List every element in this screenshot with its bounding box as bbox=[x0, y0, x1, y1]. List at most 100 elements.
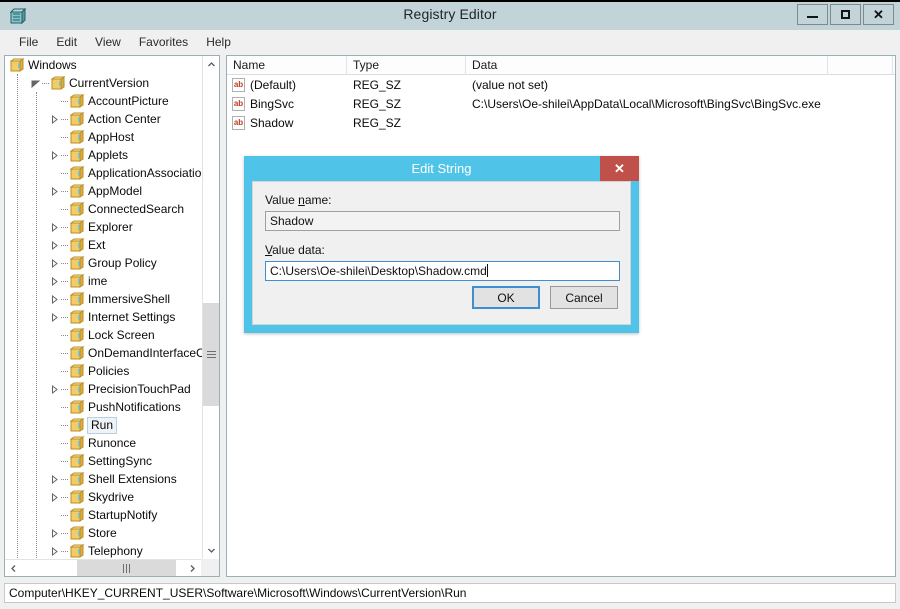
tree-expander[interactable] bbox=[48, 92, 61, 110]
menu-file[interactable]: File bbox=[10, 33, 47, 51]
tree-item-windows[interactable]: Windows bbox=[5, 56, 204, 74]
menu-help[interactable]: Help bbox=[197, 33, 240, 51]
minimize-button[interactable] bbox=[797, 4, 828, 25]
tree-item-ext[interactable]: Ext bbox=[5, 236, 204, 254]
tree-item-startupnotify[interactable]: StartupNotify bbox=[5, 506, 204, 524]
tree-item-store[interactable]: Store bbox=[5, 524, 204, 542]
table-row[interactable]: ab (Default) REG_SZ (value not set) bbox=[227, 75, 895, 94]
tree-expander[interactable] bbox=[48, 164, 61, 182]
registry-key-icon bbox=[70, 220, 85, 234]
tree-item-connectedsearch[interactable]: ConnectedSearch bbox=[5, 200, 204, 218]
tree-expander[interactable] bbox=[48, 542, 61, 559]
tree-item-applicationassociationtoa[interactable]: ApplicationAssociationToa bbox=[5, 164, 204, 182]
tree-expander[interactable] bbox=[48, 362, 61, 380]
tree-expander[interactable] bbox=[48, 182, 61, 200]
cancel-button[interactable]: Cancel bbox=[550, 286, 618, 309]
menu-view[interactable]: View bbox=[86, 33, 130, 51]
tree-item-appmodel[interactable]: AppModel bbox=[5, 182, 204, 200]
tree-item-label: Windows bbox=[28, 58, 77, 72]
tree-item-explorer[interactable]: Explorer bbox=[5, 218, 204, 236]
maximize-button[interactable] bbox=[830, 4, 861, 25]
tree-connector bbox=[61, 254, 70, 272]
registry-key-icon bbox=[70, 470, 85, 488]
tree-expander[interactable] bbox=[48, 416, 61, 434]
value-data-cell: C:\Users\Oe-shilei\AppData\Local\Microso… bbox=[472, 96, 821, 111]
tree-expander[interactable] bbox=[48, 290, 61, 308]
tree-expander[interactable] bbox=[48, 524, 61, 542]
column-header-name[interactable]: Name bbox=[227, 56, 347, 75]
tree-expander[interactable] bbox=[48, 326, 61, 344]
registry-tree[interactable]: Windows CurrentVersion AccountPicture Actio… bbox=[5, 56, 204, 559]
column-header-data[interactable]: Data bbox=[466, 56, 828, 75]
dialog-body: Value name: Shadow Value data: C:\Users\… bbox=[252, 181, 631, 325]
ok-button[interactable]: OK bbox=[472, 286, 540, 309]
column-header-blank[interactable] bbox=[828, 56, 893, 75]
tree-expander[interactable] bbox=[48, 146, 61, 164]
value-data-input[interactable]: C:\Users\Oe-shilei\Desktop\Shadow.cmd bbox=[265, 261, 620, 281]
close-button[interactable]: ✕ bbox=[863, 4, 894, 25]
tree-item-apphost[interactable]: AppHost bbox=[5, 128, 204, 146]
tree-item-ime[interactable]: ime bbox=[5, 272, 204, 290]
tree-connector bbox=[61, 308, 70, 326]
minimize-icon bbox=[807, 16, 818, 18]
tree-expander[interactable] bbox=[48, 344, 61, 362]
tree-item-shell-extensions[interactable]: Shell Extensions bbox=[5, 470, 204, 488]
tree-expander[interactable] bbox=[48, 398, 61, 416]
tree-item-action-center[interactable]: Action Center bbox=[5, 110, 204, 128]
tree-expander[interactable] bbox=[48, 506, 61, 524]
tree-item-telephony[interactable]: Telephony bbox=[5, 542, 204, 559]
tree-vertical-scrollbar[interactable] bbox=[202, 56, 219, 559]
tree-item-settingsync[interactable]: SettingSync bbox=[5, 452, 204, 470]
scroll-down-button[interactable] bbox=[203, 542, 219, 559]
tree-item-accountpicture[interactable]: AccountPicture bbox=[5, 92, 204, 110]
registry-key-icon bbox=[70, 164, 85, 182]
scroll-right-button[interactable] bbox=[184, 560, 201, 576]
tree-expander[interactable] bbox=[48, 380, 61, 398]
scroll-left-button[interactable] bbox=[5, 560, 22, 576]
tree-horizontal-scrollbar[interactable] bbox=[5, 559, 219, 576]
tree-expander[interactable] bbox=[48, 434, 61, 452]
tree-expander[interactable] bbox=[48, 128, 61, 146]
tree-item-precisiontouchpad[interactable]: PrecisionTouchPad bbox=[5, 380, 204, 398]
tree-expander[interactable] bbox=[48, 254, 61, 272]
value-name-input[interactable]: Shadow bbox=[265, 211, 620, 231]
tree-expander[interactable] bbox=[48, 470, 61, 488]
tree-vertical-scroll-thumb[interactable] bbox=[203, 303, 219, 406]
tree-item-lock-screen[interactable]: Lock Screen bbox=[5, 326, 204, 344]
tree-expander[interactable] bbox=[29, 74, 42, 92]
tree-expander[interactable] bbox=[48, 488, 61, 506]
tree-item-applets[interactable]: Applets bbox=[5, 146, 204, 164]
registry-key-icon bbox=[70, 112, 85, 126]
registry-key-icon bbox=[70, 218, 85, 236]
tree-expander[interactable] bbox=[48, 272, 61, 290]
tree-item-run[interactable]: Run bbox=[5, 416, 204, 434]
tree-expander[interactable] bbox=[48, 236, 61, 254]
window-title: Registry Editor bbox=[403, 6, 497, 22]
menu-edit[interactable]: Edit bbox=[47, 33, 86, 51]
tree-item-pushnotifications[interactable]: PushNotifications bbox=[5, 398, 204, 416]
dialog-close-button[interactable]: ✕ bbox=[600, 156, 639, 181]
tree-horizontal-scroll-thumb[interactable] bbox=[77, 560, 176, 576]
menu-favorites[interactable]: Favorites bbox=[130, 33, 197, 51]
tree-item-internet-settings[interactable]: Internet Settings bbox=[5, 308, 204, 326]
tree-item-policies[interactable]: Policies bbox=[5, 362, 204, 380]
tree-expander[interactable] bbox=[48, 110, 61, 128]
tree-item-group-policy[interactable]: Group Policy bbox=[5, 254, 204, 272]
tree-expander[interactable] bbox=[48, 452, 61, 470]
table-row[interactable]: ab BingSvc REG_SZ C:\Users\Oe-shilei\AppDat… bbox=[227, 94, 895, 113]
registry-key-icon bbox=[70, 274, 85, 288]
tree-expander[interactable] bbox=[48, 308, 61, 326]
tree-item-ondemandinterfacecache[interactable]: OnDemandInterfaceCache bbox=[5, 344, 204, 362]
column-header-type[interactable]: Type bbox=[347, 56, 466, 75]
tree-item-currentversion[interactable]: CurrentVersion bbox=[5, 74, 204, 92]
tree-expander[interactable] bbox=[48, 218, 61, 236]
tree-item-runonce[interactable]: Runonce bbox=[5, 434, 204, 452]
scroll-up-button[interactable] bbox=[203, 56, 219, 73]
tree-item-immersiveshell[interactable]: ImmersiveShell bbox=[5, 290, 204, 308]
table-row[interactable]: ab Shadow REG_SZ bbox=[227, 113, 895, 132]
tree-item-label: Skydrive bbox=[88, 490, 135, 504]
tree-item-skydrive[interactable]: Skydrive bbox=[5, 488, 204, 506]
tree-expander[interactable] bbox=[48, 200, 61, 218]
